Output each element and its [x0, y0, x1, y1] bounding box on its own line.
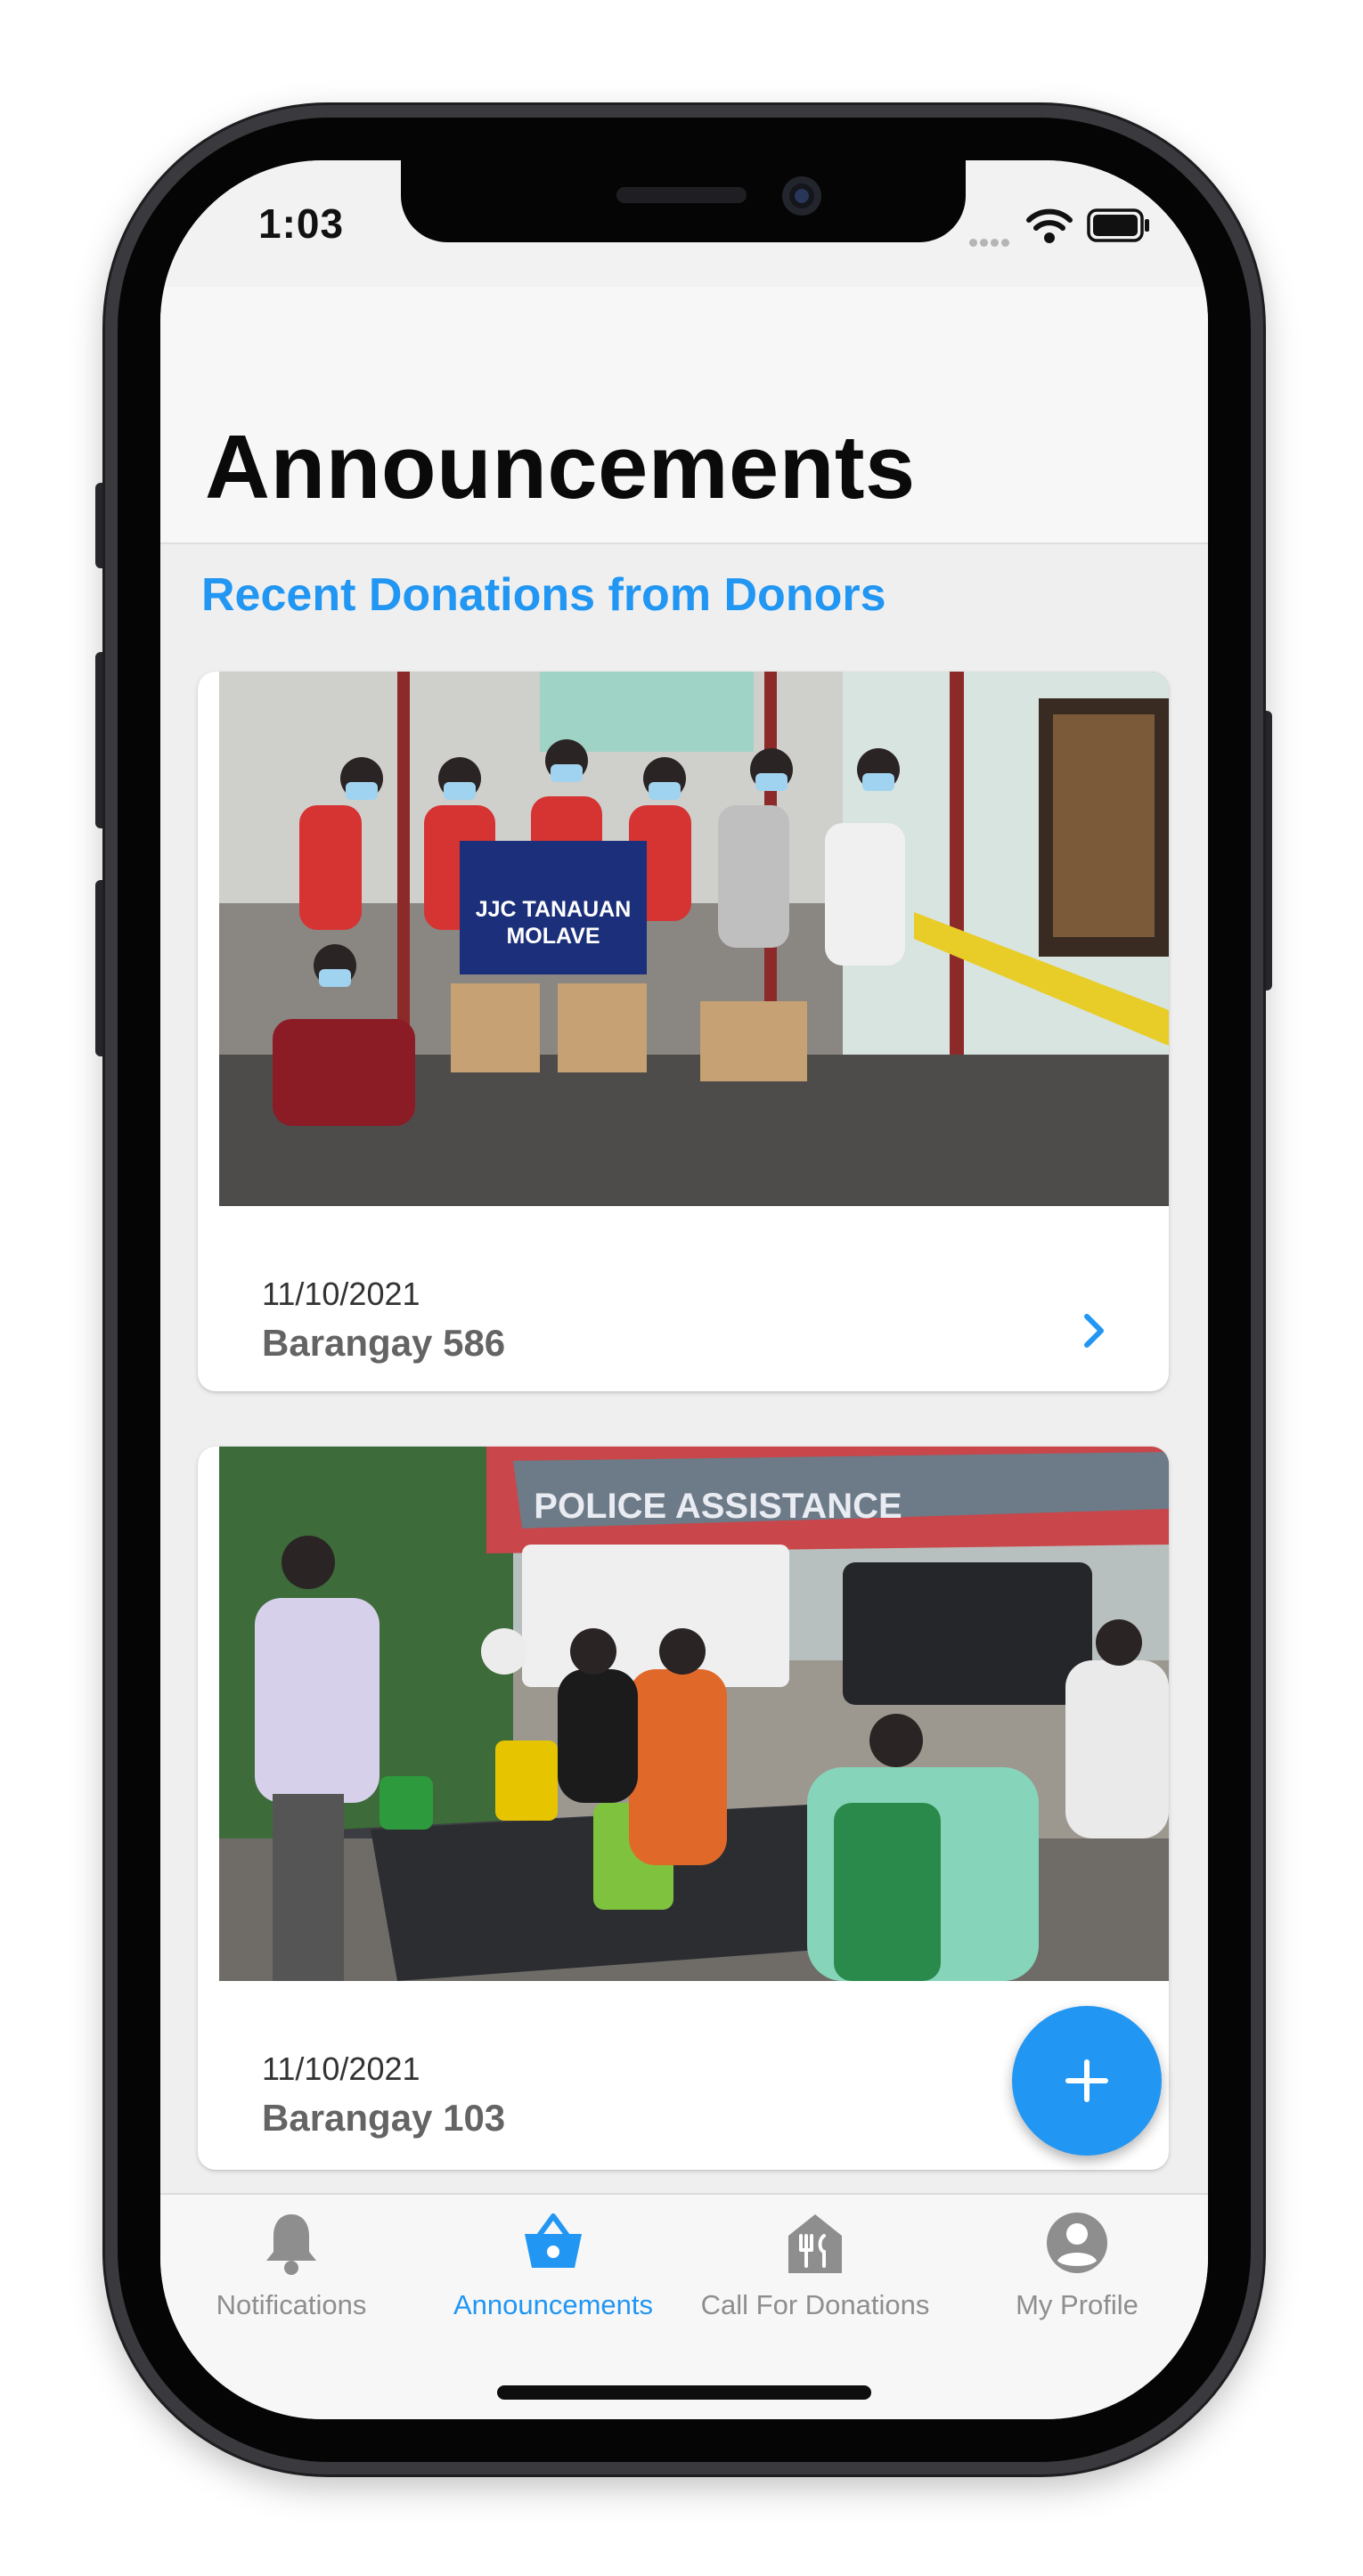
chevron-right-icon[interactable] [1076, 1311, 1112, 1350]
svg-text:POLICE ASSISTANCE: POLICE ASSISTANCE [534, 1487, 902, 1526]
announcement-photo: JJC TANAUAN MOLAVE [219, 672, 1169, 1206]
battery-icon [1087, 208, 1149, 242]
announcement-location: Barangay 586 [262, 1322, 506, 1364]
speaker [616, 187, 747, 203]
tab-label: Announcements [453, 2289, 654, 2320]
announcement-photo: POLICE ASSISTANCE [219, 1447, 1169, 1981]
tab-label: Notifications [216, 2289, 367, 2320]
tab-label: Call For Donations [700, 2289, 930, 2320]
tab-call-for-donations[interactable]: Call For Donations [684, 2195, 946, 2337]
announcement-card[interactable]: JJC TANAUAN MOLAVE 11/10/2021 Barangay 5… [198, 672, 1169, 1391]
front-camera [782, 176, 821, 216]
restaurant-icon [788, 2214, 842, 2273]
cellular-signal-icon [969, 235, 1017, 247]
add-announcement-button[interactable] [1012, 2006, 1162, 2156]
announcement-date: 11/10/2021 [262, 2050, 420, 2087]
tab-announcements[interactable]: Announcements [422, 2195, 684, 2337]
status-time: 1:03 [258, 200, 345, 247]
notch [401, 160, 966, 242]
wifi-icon [1026, 208, 1073, 243]
svg-text:MOLAVE: MOLAVE [506, 924, 600, 949]
tab-notifications[interactable]: Notifications [160, 2195, 422, 2337]
page-title: Announcements [205, 418, 916, 518]
bell-icon [266, 2214, 316, 2275]
announcement-location: Barangay 103 [262, 2097, 506, 2139]
basket-icon [525, 2213, 582, 2268]
home-indicator[interactable] [497, 2385, 871, 2400]
plus-icon [1065, 2059, 1108, 2102]
svg-text:JJC TANAUAN: JJC TANAUAN [476, 897, 632, 922]
section-title: Recent Donations from Donors [201, 569, 886, 621]
tab-label: My Profile [1016, 2289, 1139, 2320]
user-circle-icon [1047, 2213, 1107, 2273]
announcement-date: 11/10/2021 [262, 1276, 420, 1312]
tab-my-profile[interactable]: My Profile [946, 2195, 1208, 2337]
app-screen: 1:03 Announcements Recent Donations from… [160, 160, 1208, 2419]
